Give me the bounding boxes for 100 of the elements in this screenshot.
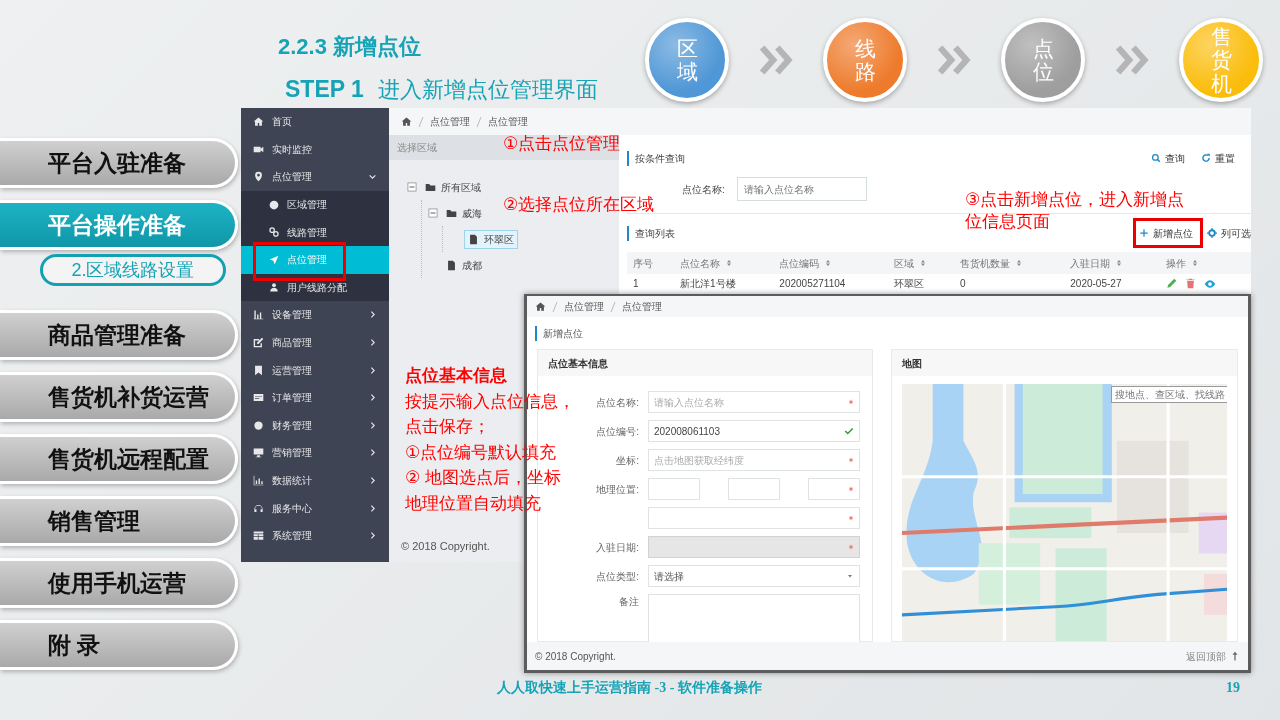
copyright-text: © 2018 Copyright. [401,538,490,554]
breadcrumb-separator [476,115,482,128]
field-label: 坐标: [616,453,639,468]
home-icon [401,116,412,127]
pencil-icon[interactable] [1165,278,1177,289]
trash-icon[interactable] [1184,278,1196,289]
breadcrumb-link[interactable]: 点位管理 [622,299,662,314]
breadcrumb-separator [552,300,558,313]
section-title: 查询列表 [627,225,675,241]
search-icon [1151,153,1161,163]
sidebar-item[interactable]: 实时监控 [241,135,389,164]
user-icon [269,282,279,293]
annotation: ③点击新增点位，进入新增点 [965,189,1185,211]
column-header[interactable]: 点位编码 [773,252,888,274]
add-button[interactable]: 新增点位 [1139,225,1193,241]
sidebar-item[interactable]: 运营管理 [241,356,389,384]
chapter-tab[interactable]: 销售管理 [0,496,238,546]
chart-icon [253,475,264,486]
breadcrumb-link[interactable]: 点位管理 [564,299,604,314]
column-button[interactable]: 列可选 [1207,225,1251,241]
sidebar-item[interactable]: 订单管理 [241,383,389,412]
column-header: 序号 [627,252,675,274]
field-label: 备注 [619,595,639,609]
edit-icon [253,337,264,349]
column-header[interactable]: 操作 [1159,252,1251,274]
paper-plane-icon [269,254,279,265]
breadcrumb-link[interactable]: 点位管理 [430,114,470,129]
input-field[interactable] [648,507,860,529]
field-label: 点位名称: [596,395,639,410]
sidebar-item[interactable]: 区域管理 [241,190,389,219]
column-header[interactable]: 点位名称 [674,252,774,274]
select-field[interactable]: 请选择 [648,565,860,587]
tree-node[interactable]: 成都 [443,256,485,274]
arrow-up-icon [1230,651,1240,661]
chapter-tab[interactable]: 附 录 [0,620,238,670]
sidebar-item[interactable]: 服务中心 [241,494,389,522]
tree-node[interactable]: 环翠区 [464,229,518,249]
field-label: 点位编号: [596,424,639,439]
location-pin-icon [253,171,264,183]
table-cell: 环翠区 [887,274,955,294]
folder-icon [446,207,457,219]
field-label: 点位类型: [596,569,639,584]
plus-icon [1139,228,1149,238]
breadcrumb-link[interactable]: 点位管理 [488,114,528,129]
column-header[interactable]: 售货机数量 [954,252,1065,274]
tree-node[interactable]: 威海 [443,204,485,222]
eye-icon[interactable] [1203,278,1216,290]
page-title: 新增点位 [535,325,583,341]
sidebar-item[interactable]: 设备管理 [241,301,389,329]
card-icon [253,392,264,404]
slide-title: 2.2.3 新增点位 [278,33,422,61]
table-cell: 新北洋1号楼 [674,274,774,294]
sidebar-item[interactable]: 商品管理 [241,328,389,357]
back-to-top-link[interactable]: 返回顶部 [1186,648,1240,664]
annotation: ①点击点位管理 [503,133,621,155]
input-field[interactable] [808,478,860,500]
process-step: 售货机 [1179,18,1263,102]
input-field[interactable]: 请输入点位名称 [648,391,860,413]
monitor-icon [253,447,264,459]
home-icon [535,301,546,312]
chapter-tab[interactable]: 售货机补货运营 [0,372,238,422]
file-icon [468,233,479,245]
process-step: 线路 [823,18,907,102]
home-icon [253,116,264,128]
column-header[interactable]: 区域 [887,252,955,274]
column-header[interactable]: 入驻日期 [1064,252,1160,274]
input-field[interactable]: 202008061103 [648,420,860,442]
bar-chart-icon [253,309,264,321]
chapter-tab[interactable]: 商品管理准备 [0,310,238,360]
search-field[interactable]: 搜地点、查区域、找线路 [1111,386,1227,403]
sidebar-item[interactable]: 线路管理 [241,218,389,246]
text-area[interactable] [648,594,860,642]
link-icon [269,227,279,238]
chapter-tab[interactable]: 使用手机运营 [0,558,238,608]
tree-node[interactable]: 所有区域 [422,178,484,196]
chapter-tab[interactable]: 平台入驻准备 [0,138,238,188]
process-step: 点位 [1001,18,1085,102]
sidebar-item[interactable]: 数据统计 [241,466,389,495]
input-field[interactable]: 请输入点位名称 [736,177,867,201]
sidebar-item[interactable]: 营销管理 [241,439,389,467]
field-label: 入驻日期: [596,540,639,555]
step-label: STEP 1 [285,75,364,104]
step-title: 进入新增点位管理界面 [377,76,598,104]
sidebar-item[interactable]: 点位管理 [241,163,389,191]
reset-button[interactable]: 重置 [1201,150,1235,166]
input-field[interactable] [648,478,700,500]
file-icon [446,259,457,271]
table-icon [253,530,264,542]
search-button[interactable]: 查询 [1151,150,1185,166]
field-label: 地理位置: [596,482,639,497]
input-field[interactable] [728,478,780,500]
caret-down-icon [846,572,854,580]
sidebar-item[interactable]: 财务管理 [241,411,389,440]
input-field[interactable]: 点击地图获取经纬度 [648,449,860,471]
chapter-tab[interactable]: 售货机远程配置 [0,434,238,484]
annotation: 位信息页面 [965,211,1050,233]
sidebar-item[interactable]: 系统管理 [241,521,389,550]
field-label: 点位名称: [682,182,725,197]
sidebar-item[interactable]: 首页 [241,108,389,136]
panel-header: 点位基本信息 [538,350,872,376]
